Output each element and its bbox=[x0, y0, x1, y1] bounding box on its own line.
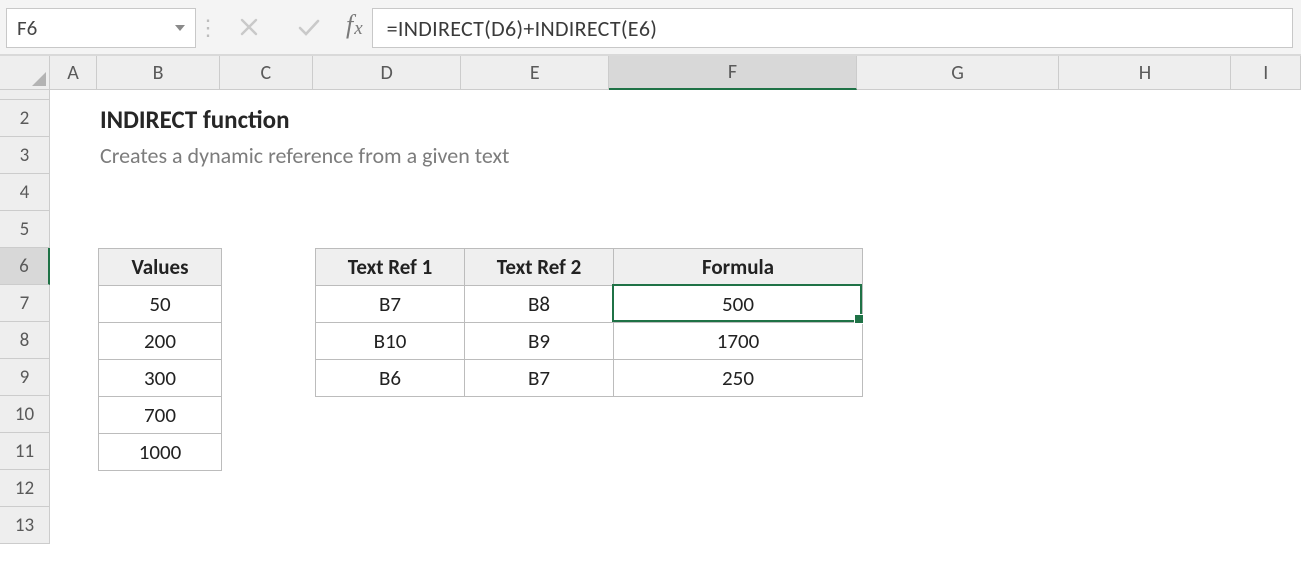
row-header-2[interactable]: 2 bbox=[0, 100, 50, 137]
main-cell[interactable]: 250 bbox=[614, 360, 863, 397]
row-header-4[interactable]: 4 bbox=[0, 174, 50, 211]
main-cell[interactable]: 1700 bbox=[614, 323, 863, 360]
values-cell[interactable]: 200 bbox=[99, 323, 222, 360]
formula-bar-buttons bbox=[218, 8, 340, 46]
column-header-f[interactable]: F bbox=[609, 56, 856, 90]
select-all-corner[interactable] bbox=[0, 56, 50, 90]
column-header-e[interactable]: E bbox=[461, 56, 609, 90]
name-box-value: F6 bbox=[17, 15, 171, 41]
values-cell[interactable]: 700 bbox=[99, 397, 222, 434]
main-cell[interactable]: B7 bbox=[465, 360, 614, 397]
column-header-c[interactable]: C bbox=[220, 56, 313, 90]
cancel-button[interactable] bbox=[234, 12, 264, 42]
main-header: Text Ref 1 bbox=[316, 249, 465, 286]
values-cell[interactable]: 50 bbox=[99, 286, 222, 323]
column-header-b[interactable]: B bbox=[97, 56, 219, 90]
main-cell[interactable]: 500 bbox=[614, 286, 863, 323]
main-cell[interactable]: B10 bbox=[316, 323, 465, 360]
row-header-10[interactable]: 10 bbox=[0, 396, 50, 433]
column-header-h[interactable]: H bbox=[1059, 56, 1231, 90]
name-box-dropdown-icon[interactable] bbox=[171, 19, 189, 37]
formula-bar: F6 ⋮ fx =INDIRECT(D6)+INDIRECT(E6) bbox=[0, 0, 1301, 56]
column-header-d[interactable]: D bbox=[313, 56, 461, 90]
main-cell[interactable]: B6 bbox=[316, 360, 465, 397]
page-title: INDIRECT function bbox=[100, 104, 290, 135]
row-header-6[interactable]: 6 bbox=[0, 248, 50, 285]
main-header: Text Ref 2 bbox=[465, 249, 614, 286]
row-header-13[interactable]: 13 bbox=[0, 507, 50, 544]
formula-text: =INDIRECT(D6)+INDIRECT(E6) bbox=[387, 15, 658, 42]
row-header-3[interactable]: 3 bbox=[0, 137, 50, 174]
values-table: Values 502003007001000 bbox=[98, 248, 222, 471]
row-header-1[interactable] bbox=[0, 90, 50, 100]
formula-input[interactable]: =INDIRECT(D6)+INDIRECT(E6) bbox=[372, 8, 1293, 48]
row-header-12[interactable]: 12 bbox=[0, 470, 50, 507]
row-header-9[interactable]: 9 bbox=[0, 359, 50, 396]
separator-dots-icon: ⋮ bbox=[197, 14, 217, 41]
column-headers: ABCDEFGHI bbox=[0, 56, 1301, 90]
column-header-a[interactable]: A bbox=[50, 56, 98, 90]
row-header-7[interactable]: 7 bbox=[0, 285, 50, 322]
row-header-8[interactable]: 8 bbox=[0, 322, 50, 359]
values-header: Values bbox=[99, 249, 222, 286]
fx-icon[interactable]: fx bbox=[340, 8, 372, 46]
name-box[interactable]: F6 bbox=[6, 8, 196, 48]
column-header-g[interactable]: G bbox=[857, 56, 1060, 90]
row-header-11[interactable]: 11 bbox=[0, 433, 50, 470]
main-header: Formula bbox=[614, 249, 863, 286]
page-subtitle: Creates a dynamic reference from a given… bbox=[100, 142, 509, 169]
values-cell[interactable]: 1000 bbox=[99, 434, 222, 471]
main-cell[interactable]: B7 bbox=[316, 286, 465, 323]
main-cell[interactable]: B8 bbox=[465, 286, 614, 323]
formula-bar-separator: ⋮ bbox=[196, 8, 218, 46]
column-header-i[interactable]: I bbox=[1231, 56, 1301, 90]
values-cell[interactable]: 300 bbox=[99, 360, 222, 397]
main-table: Text Ref 1Text Ref 2Formula B7B8500B10B9… bbox=[315, 248, 863, 397]
main-cell[interactable]: B9 bbox=[465, 323, 614, 360]
enter-button[interactable] bbox=[294, 12, 324, 42]
row-header-5[interactable]: 5 bbox=[0, 211, 50, 248]
